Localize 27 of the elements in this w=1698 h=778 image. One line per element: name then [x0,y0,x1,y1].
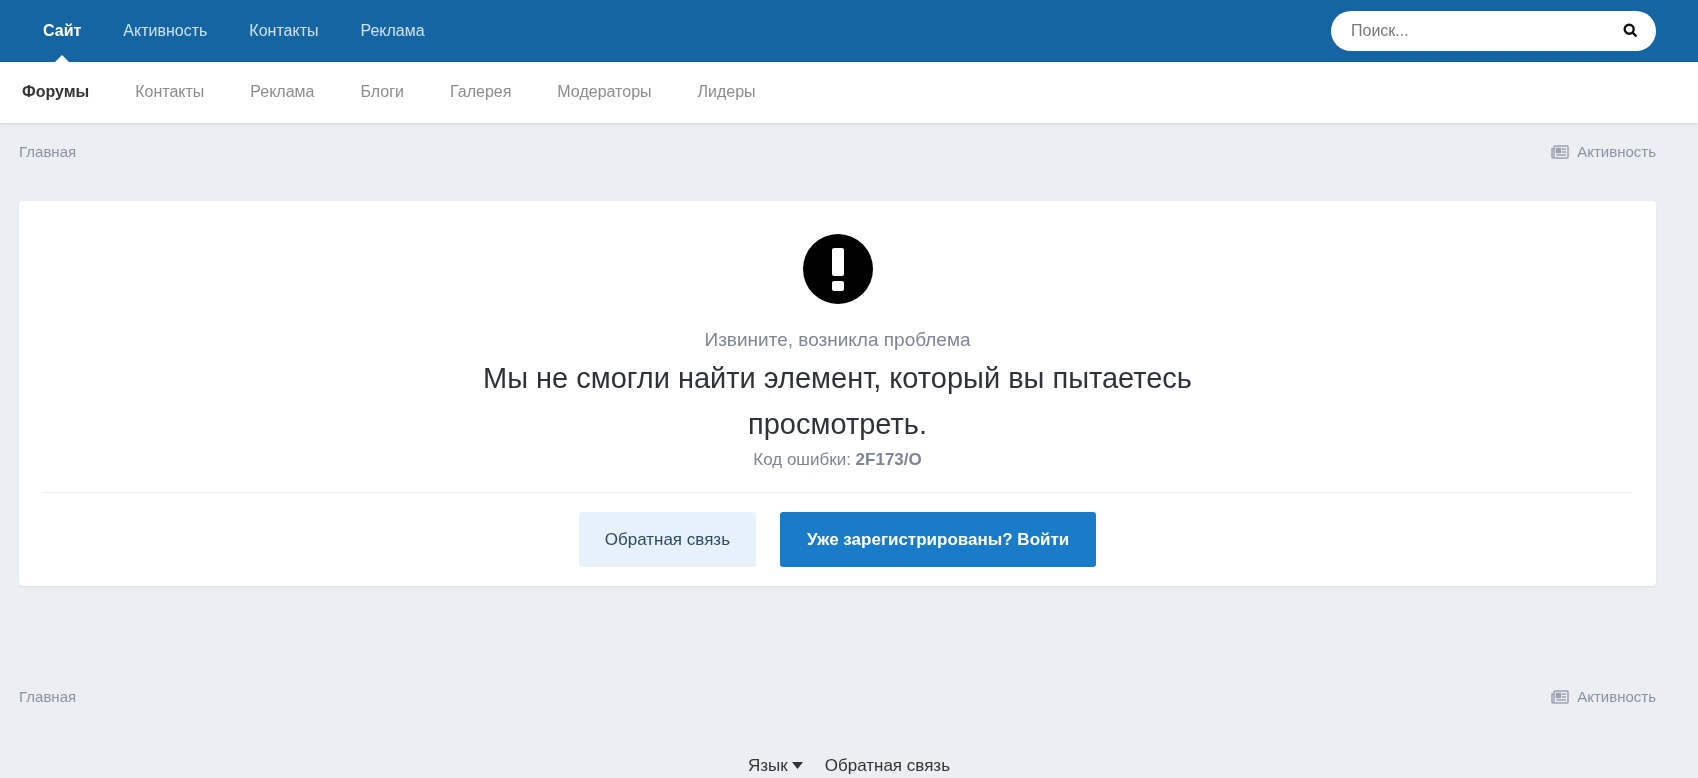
sub-nav-tab[interactable]: Модераторы [557,80,652,105]
exclamation-icon [802,234,873,304]
top-nav-tab[interactable]: Контакты [228,0,340,63]
search-icon[interactable] [1623,23,1638,39]
sub-nav-tab[interactable]: Контакты [135,80,205,105]
sub-nav-tab[interactable]: Реклама [250,80,315,105]
sub-nav-tab[interactable]: Галерея [450,80,512,105]
activity-link[interactable]: Активность [1577,140,1656,163]
top-nav-tab[interactable]: Реклама [339,0,446,63]
newspaper-icon [1551,690,1570,705]
caret-icon [791,761,803,769]
sub-nav-tab[interactable]: Форумы [22,80,90,105]
breadcrumb-link[interactable]: Главная [19,686,77,709]
error-subtitle: Извините, возникла проблема [704,328,971,352]
language-menu[interactable]: Язык [748,752,803,778]
error-code: Код ошибки: 2F173/O [753,448,922,471]
newspaper-icon [1551,144,1570,159]
top-nav-tab[interactable]: Активность [102,0,229,63]
activity-link[interactable]: Активность [1577,686,1656,709]
error-message: Мы не смогли найти элемент, который вы пытаетесь просмотреть. [482,360,1193,442]
feedback-button[interactable]: Обратная связь [578,512,756,567]
sub-nav-tab[interactable]: Лидеры [697,80,756,105]
sign-in-button[interactable]: Уже зарегистрированы? Войти [780,512,1097,567]
sub-nav-tab[interactable]: Блоги [360,80,404,105]
search-field[interactable]: Поиск... [1331,11,1656,52]
breadcrumb-link[interactable]: Главная [19,140,77,163]
feedback-link[interactable]: Обратная связь [824,752,950,778]
